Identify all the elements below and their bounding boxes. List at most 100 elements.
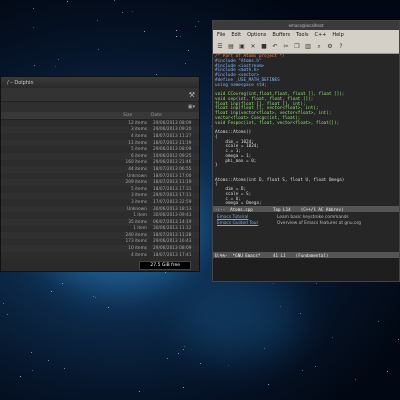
- code-editor[interactable]: /* Part of Atoms project */#include "Ato…: [213, 54, 399, 206]
- star-dot: [300, 312, 302, 314]
- table-row[interactable]: 3 items 17/07/2013 22:59: [1, 199, 199, 206]
- star-dot: [166, 357, 168, 359]
- dolphin-titlebar[interactable]: / – Dolphin: [1, 77, 199, 88]
- dolphin-statusbar: 27.5 GiB free: [1, 260, 199, 271]
- table-row[interactable]: 1 item 30/06/2013 11:12: [1, 226, 199, 233]
- save-icon[interactable]: ■: [260, 43, 268, 51]
- new-file-icon[interactable]: ☰: [216, 43, 224, 51]
- file-size-cell: Unknown: [127, 206, 147, 212]
- file-size-cell: 209 items: [125, 180, 147, 186]
- file-size-cell: 11 items: [128, 140, 147, 146]
- table-row[interactable]: 160 items 29/06/2013 21:46: [1, 160, 199, 167]
- search-icon[interactable]: ⌕: [315, 43, 323, 51]
- open-dir-icon[interactable]: ▣: [238, 43, 246, 51]
- table-row[interactable]: 209 items 18/07/2013 11:19: [1, 179, 199, 186]
- open-file-icon[interactable]: ▤: [227, 43, 235, 51]
- table-row[interactable]: 35 items 06/07/2013 14:19: [1, 218, 199, 226]
- table-row[interactable]: 10 items 29/06/2013 08:09: [1, 245, 199, 252]
- star-dot: [187, 50, 189, 52]
- file-size-cell: 3 items: [130, 199, 147, 205]
- paste-icon[interactable]: ▥: [304, 43, 312, 51]
- menu-options[interactable]: Options: [247, 32, 266, 38]
- star-dot: [31, 351, 33, 353]
- star-dot: [197, 20, 199, 22]
- table-row[interactable]: 3 items 29/06/2013 09:20: [1, 126, 199, 134]
- table-row[interactable]: 44 items 18/07/2013 06:55: [1, 166, 199, 173]
- dolphin-column-header: Size Date: [1, 112, 199, 120]
- file-date-cell: 30/06/2013 09:43: [153, 213, 192, 219]
- file-date-cell: 29/06/2013 16:43: [153, 239, 192, 245]
- wrench-icon[interactable]: ⚒: [189, 91, 195, 99]
- table-row[interactable]: Unknown 30/06/2013 18:13: [1, 205, 199, 213]
- help-icon[interactable]: ?: [337, 43, 345, 51]
- table-row[interactable]: 11 items 18/07/2013 11:19: [1, 139, 199, 147]
- table-row[interactable]: 3 items 29/07/2013 17:11: [1, 192, 199, 200]
- menu-help[interactable]: Help: [332, 32, 343, 38]
- star-dot: [48, 359, 50, 361]
- star-dot: [354, 379, 356, 381]
- file-size-cell: 12 items: [128, 120, 147, 126]
- file-date-cell: 29/06/2013 21:46: [153, 160, 192, 166]
- star-dot: [183, 386, 185, 388]
- table-row[interactable]: 4 items 18/07/2013 17:41: [1, 252, 199, 259]
- file-size-cell: 3 items: [130, 193, 147, 199]
- file-size-cell: 3 items: [130, 127, 147, 133]
- menu-file[interactable]: File: [217, 32, 225, 38]
- table-row[interactable]: Unknown 18/07/2013 17:00: [1, 173, 199, 180]
- star-dot: [397, 339, 399, 341]
- table-row[interactable]: 1 item 30/06/2013 09:43: [1, 212, 199, 219]
- file-size-cell: 173 items: [125, 239, 147, 245]
- table-row[interactable]: 5 items 18/07/2013 17:31: [1, 186, 199, 193]
- star-dot: [332, 337, 334, 339]
- file-size-cell: 1 item: [133, 213, 147, 219]
- splash-link[interactable]: Emacs Guided Tour: [217, 221, 277, 226]
- file-date-cell: 18/07/2013 11:27: [153, 133, 192, 139]
- dolphin-window[interactable]: / – Dolphin ⚒ ▣▾ Size Date 12 items 29/06…: [0, 76, 200, 272]
- star-dot: [108, 306, 110, 308]
- star-dot: [301, 369, 303, 371]
- file-date-cell: 29/06/2013 08:09: [153, 120, 192, 126]
- emacs-window[interactable]: emacs@localhost File Edit Options Buffers To…: [212, 20, 400, 282]
- file-date-cell: 18/07/2013 17:31: [153, 186, 192, 192]
- table-row[interactable]: 173 items 29/06/2013 16:43: [1, 239, 199, 246]
- table-row[interactable]: 240 items 18/07/2013 11:28: [1, 232, 199, 239]
- menu-edit[interactable]: Edit: [231, 32, 241, 38]
- emacs-titlebar[interactable]: emacs@localhost: [213, 21, 399, 30]
- menu-tools[interactable]: Tools: [296, 32, 308, 38]
- column-date-header[interactable]: Date: [149, 113, 199, 118]
- dolphin-toolbar: ⚒: [1, 88, 199, 102]
- menu-c[interactable]: C++: [314, 32, 326, 38]
- copy-icon[interactable]: ❐: [293, 43, 301, 51]
- star-dot: [138, 390, 140, 392]
- file-date-cell: 18/07/2013 11:28: [153, 232, 192, 238]
- minibuffer[interactable]: [213, 258, 399, 272]
- file-size-cell: 240 items: [125, 232, 147, 238]
- table-row[interactable]: 6 items 10/06/2012 09:25: [1, 152, 199, 160]
- view-options-icon[interactable]: ▣▾: [188, 104, 195, 110]
- close-icon[interactable]: ✕: [249, 43, 257, 51]
- file-size-cell: 5 items: [130, 147, 147, 153]
- star-dot: [268, 384, 270, 386]
- desktop-nebula: [180, 280, 300, 360]
- undo-icon[interactable]: ↶: [271, 43, 279, 51]
- star-dot: [176, 30, 178, 32]
- star-dot: [97, 20, 99, 22]
- star-dot: [33, 27, 35, 29]
- star-dot: [3, 302, 5, 304]
- file-date-cell: 30/06/2013 11:12: [153, 226, 192, 232]
- preferences-icon[interactable]: ⚙: [326, 43, 334, 51]
- file-date-cell: 18/07/2013 17:00: [153, 173, 192, 179]
- star-dot: [143, 30, 145, 32]
- file-date-cell: 17/07/2013 22:59: [153, 199, 192, 205]
- splash-link[interactable]: Emacs Tutorial: [217, 215, 277, 220]
- column-size-header[interactable]: Size: [113, 113, 149, 118]
- star-dot: [93, 295, 95, 297]
- emacs-menubar: File Edit Options Buffers Tools C++ Help: [213, 30, 399, 40]
- cut-icon[interactable]: ✂: [282, 43, 290, 51]
- table-row[interactable]: 5 items 29/06/2013 08:09: [1, 146, 199, 153]
- menu-buffers[interactable]: Buffers: [272, 32, 290, 38]
- table-row[interactable]: 4 items 18/07/2013 11:27: [1, 133, 199, 140]
- table-row[interactable]: 12 items 29/06/2013 08:09: [1, 120, 199, 127]
- dolphin-file-list: 12 items 29/06/2013 08:09 3 items 29/06/201…: [1, 120, 199, 260]
- star-dot: [61, 282, 63, 284]
